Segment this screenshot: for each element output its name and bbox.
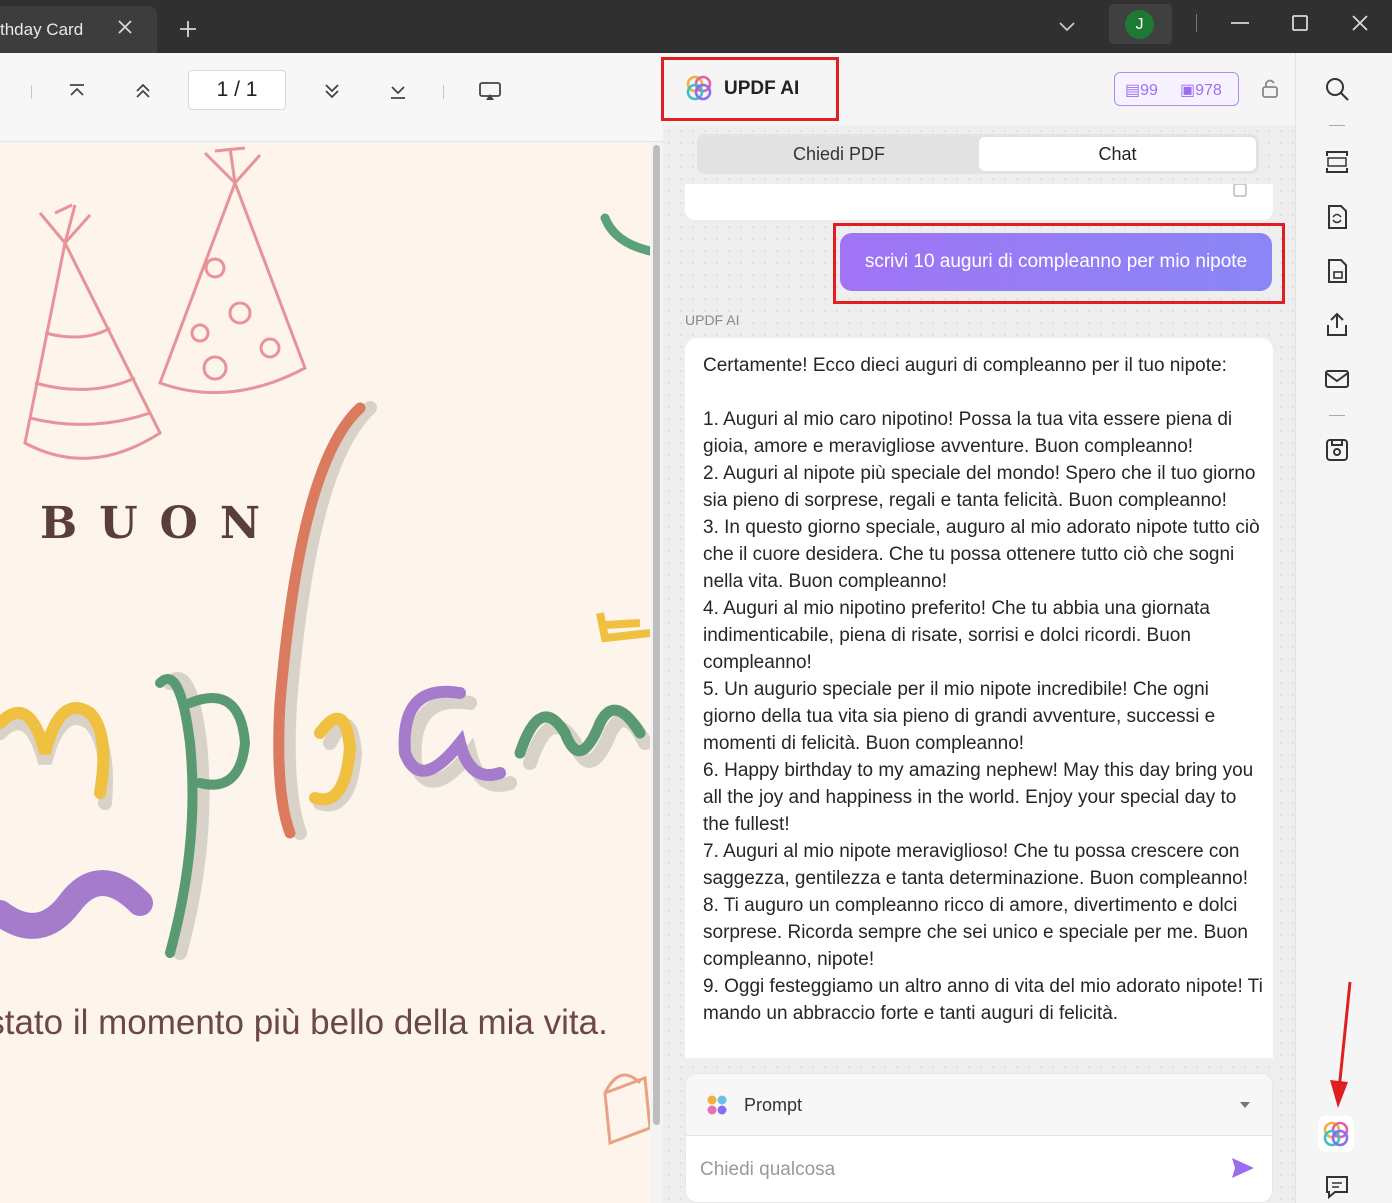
highlight-box [661, 57, 839, 121]
red-arrow-annotation [1330, 981, 1352, 1108]
first-page-icon[interactable] [65, 79, 89, 103]
ai-panel: UPDF AI ▤99 ▣978 Chiedi PDF Chat scrivi … [661, 53, 1295, 1203]
response-item: 6. Happy birthday to my amazing nephew! … [703, 760, 1254, 835]
page-indicator[interactable]: 1 / 1 [188, 70, 286, 110]
close-window-icon[interactable] [1348, 11, 1372, 35]
ai-sender-label: UPDF AI [685, 312, 740, 328]
tab-title: thday Card [0, 20, 84, 39]
ask-input[interactable] [700, 1152, 1220, 1188]
prompt-selector[interactable]: Prompt [686, 1074, 1272, 1136]
highlight-box [833, 223, 1285, 304]
prev-page-icon[interactable] [131, 79, 155, 103]
card-message: certi è stato il momento più bello della… [0, 1003, 608, 1042]
caret-down-icon [1240, 1102, 1250, 1108]
plus-icon[interactable] [176, 17, 200, 41]
convert-icon[interactable] [1323, 203, 1351, 231]
divider [31, 85, 32, 99]
doc-quota: ▤99 [1125, 82, 1158, 99]
divider [443, 85, 444, 99]
copy-icon[interactable] [1230, 184, 1250, 200]
script-lettering [0, 401, 650, 960]
ai-header: UPDF AI ▤99 ▣978 [661, 53, 1295, 125]
yellow-mark [596, 612, 650, 643]
share-icon[interactable] [1323, 311, 1351, 339]
divider [1329, 125, 1345, 126]
search-icon[interactable] [1323, 75, 1351, 103]
party-hat-right [158, 146, 307, 395]
gift-outline [603, 1073, 650, 1146]
viewer-scrollbar[interactable] [651, 143, 663, 1203]
lock-icon[interactable] [1258, 76, 1282, 100]
chevron-down-icon[interactable] [1056, 15, 1078, 37]
next-page-icon[interactable] [320, 79, 344, 103]
save-icon[interactable] [1323, 436, 1351, 464]
chat-bubble-icon: ▣ [1180, 82, 1196, 99]
divider [1329, 415, 1345, 416]
maximize-icon[interactable] [1288, 11, 1312, 35]
response-item: 1. Auguri al mio caro nipotino! Possa la… [703, 409, 1233, 457]
prompt-icon [707, 1095, 727, 1115]
last-page-icon[interactable] [386, 79, 410, 103]
prompt-label: Prompt [744, 1095, 803, 1115]
card-heading: BUON [40, 498, 283, 549]
ai-response: Certamente! Ecco dieci auguri di complea… [685, 338, 1273, 1058]
viewer-toolbar: 1 / 1 [0, 53, 663, 142]
response-item: 8. Ti auguro un compleanno ricco di amor… [703, 895, 1248, 970]
previous-message [685, 184, 1273, 220]
comment-icon[interactable] [1323, 1173, 1351, 1201]
response-item: 3. In questo giorno speciale, auguro al … [703, 517, 1260, 592]
tab-chat[interactable]: Chat [979, 137, 1256, 171]
response-item: 5. Un augurio speciale per il mio nipote… [703, 679, 1216, 754]
pdf-viewer: 1 / 1 BUON tato il momento più bello del… [0, 53, 663, 1203]
updf-ai-icon [1323, 1121, 1349, 1147]
title-bar: thday Card J [0, 0, 1392, 53]
tab-chiedi-pdf[interactable]: Chiedi PDF [700, 137, 978, 171]
send-icon[interactable] [1229, 1154, 1257, 1182]
presentation-icon[interactable] [478, 79, 502, 103]
response-item: 4. Auguri al mio nipotino preferito! Che… [703, 598, 1210, 673]
green-squiggle [600, 213, 650, 256]
chat-quota: ▣978 [1180, 82, 1222, 99]
avatar: J [1125, 10, 1154, 39]
mode-tabs: Chiedi PDF Chat [697, 134, 1259, 174]
response-item: 2. Auguri al nipote più speciale del mon… [703, 463, 1256, 511]
chat-input-box: Prompt [685, 1073, 1273, 1203]
document-tab[interactable]: thday Card [0, 6, 157, 53]
close-icon[interactable] [114, 16, 136, 38]
quota-badge[interactable]: ▤99 ▣978 [1114, 72, 1239, 106]
mail-icon[interactable] [1323, 365, 1351, 393]
scroll-thumb[interactable] [653, 145, 660, 1125]
document-icon: ▤ [1125, 82, 1141, 99]
ocr-icon[interactable] [1323, 148, 1351, 176]
minimize-icon[interactable] [1228, 11, 1252, 35]
pdf-page-birthday-card: BUON certi è stato il momento più bello … [0, 143, 650, 1203]
response-intro: Certamente! Ecco dieci auguri di complea… [703, 355, 1227, 376]
response-item: 7. Auguri al mio nipote meraviglioso! Ch… [703, 841, 1249, 889]
party-hat-left [23, 203, 162, 460]
response-item: 9. Oggi festeggiamo un altro anno di vit… [703, 976, 1263, 1024]
account-button[interactable]: J [1109, 4, 1172, 44]
divider [1196, 14, 1197, 32]
updf-ai-sidebar-button[interactable] [1318, 1116, 1354, 1152]
protect-icon[interactable] [1323, 257, 1351, 285]
